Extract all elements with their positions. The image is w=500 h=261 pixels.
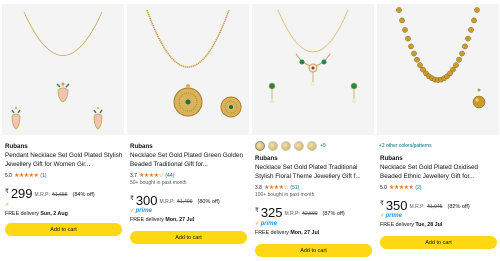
product-grid: Rubans Pendant Necklace Set Gold Plated …	[0, 0, 500, 261]
delivery-prefix: FREE delivery	[5, 211, 39, 217]
color-swatch[interactable]	[255, 141, 265, 151]
color-swatch[interactable]	[281, 141, 291, 151]
discount: (82% off)	[447, 204, 470, 210]
brand-name: Rubans	[255, 155, 278, 162]
delivery-prefix: FREE delivery	[255, 230, 289, 236]
discount: (80% off)	[197, 199, 220, 205]
color-swatch[interactable]	[294, 141, 304, 151]
other-colors-link[interactable]: +2 other colors/patterns	[379, 143, 432, 149]
brand-name: Rubans	[130, 143, 153, 150]
rating-value: 5.0	[380, 184, 387, 191]
price: 300	[135, 193, 158, 208]
rating-value: 5.0	[5, 172, 12, 179]
currency-symbol: ₹	[380, 201, 384, 207]
add-to-cart-button[interactable]: Add to cart	[5, 223, 122, 236]
discount: (87% off)	[322, 211, 345, 217]
product-title[interactable]: Necklace Set Gold Plated Oxidised Beaded…	[380, 163, 498, 181]
star-icon: ★★★★★	[388, 185, 414, 191]
mrp-value: ₹1,499	[176, 199, 193, 205]
mrp-label: M.R.P:	[409, 204, 425, 210]
brand-name: Rubans	[380, 155, 403, 162]
product-card[interactable]: Rubans Pendant Necklace Set Gold Plated …	[2, 0, 124, 261]
prime-badge: prime	[380, 213, 402, 219]
product-image[interactable]	[127, 4, 249, 135]
review-count[interactable]: (51)	[290, 185, 299, 191]
mrp-label: M.R.P:	[284, 211, 300, 217]
mrp-value: ₹1,655	[51, 192, 68, 198]
delivery-date: Tue, 28 Jul	[415, 222, 443, 228]
mrp-label: M.R.P:	[159, 199, 175, 205]
mrp-value: ₹2,500	[301, 211, 318, 217]
discount: (84% off)	[72, 192, 95, 198]
add-to-cart-button[interactable]: Add to cart	[380, 236, 497, 249]
price-row: ₹ 300 M.R.P: ₹1,499 (80% off)	[130, 194, 220, 207]
delivery-prefix: FREE delivery	[130, 217, 164, 223]
review-count[interactable]: (1)	[40, 173, 46, 179]
delivery-date: Mon, 27 Jul	[290, 230, 320, 236]
currency-symbol: ₹	[5, 189, 9, 195]
currency-symbol: ₹	[130, 196, 134, 202]
delivery-info: FREE delivery Mon, 27 Jul	[255, 230, 319, 236]
price: 299	[10, 186, 33, 201]
add-to-cart-button[interactable]: Add to cart	[255, 244, 372, 257]
price-row: ₹ 350 M.R.P: ₹1,945 (82% off)	[380, 199, 470, 212]
delivery-info: FREE delivery Sun, 2 Aug	[5, 211, 68, 217]
brand-name: Rubans	[5, 143, 28, 150]
review-count[interactable]: (44)	[165, 173, 174, 179]
rating-row[interactable]: 3.7 ★★★★☆ (44)	[130, 172, 174, 180]
mrp-label: M.R.P:	[34, 192, 50, 198]
star-icon: ★★★★☆	[138, 173, 164, 179]
delivery-date: Mon, 27 Jul	[165, 217, 195, 223]
product-title[interactable]: Pendant Necklace Set Gold Plated Stylish…	[5, 151, 123, 169]
rating-value: 3.8	[255, 184, 262, 191]
delivery-date: Sun, 2 Aug	[40, 211, 68, 217]
price-row: ₹ 325 M.R.P: ₹2,500 (87% off)	[255, 206, 345, 219]
bought-count: 50+ bought in past month	[130, 180, 187, 186]
rating-row[interactable]: 5.0 ★★★★★ (1)	[5, 172, 46, 180]
delivery-info: FREE delivery Mon, 27 Jul	[130, 217, 194, 223]
add-to-cart-button[interactable]: Add to cart	[130, 231, 247, 244]
review-count[interactable]: (2)	[415, 185, 421, 191]
rating-value: 3.7	[130, 172, 137, 179]
rating-row[interactable]: 3.8 ★★★★☆ (51)	[255, 184, 299, 192]
color-swatch[interactable]	[268, 141, 278, 151]
prime-badge	[5, 202, 11, 208]
mrp-value: ₹1,945	[426, 204, 443, 210]
product-image[interactable]	[252, 4, 374, 135]
rating-row[interactable]: 5.0 ★★★★★ (2)	[380, 184, 421, 192]
prime-badge: prime	[130, 208, 152, 214]
star-icon: ★★★★☆	[263, 185, 289, 191]
bought-count: 100+ bought in past month	[255, 192, 315, 198]
color-swatches: +9	[255, 140, 326, 152]
product-title[interactable]: Necklace Set Gold Plated Traditional Sty…	[255, 163, 373, 181]
product-card[interactable]: +2 other colors/patterns Rubans Necklace…	[377, 0, 499, 261]
color-swatch[interactable]	[307, 141, 317, 151]
delivery-info: FREE delivery Tue, 28 Jul	[380, 222, 442, 228]
price-row: ₹ 299 M.R.P: ₹1,655 (84% off)	[5, 187, 95, 200]
product-image[interactable]	[2, 4, 124, 135]
star-icon: ★★★★★	[13, 173, 39, 179]
product-image[interactable]	[377, 4, 499, 135]
price: 350	[385, 198, 408, 213]
product-title[interactable]: Necklace Set Gold Plated Green Golden Be…	[130, 151, 248, 169]
currency-symbol: ₹	[255, 208, 259, 214]
price: 325	[260, 205, 283, 220]
delivery-prefix: FREE delivery	[380, 222, 414, 228]
prime-badge: prime	[255, 221, 277, 227]
product-card[interactable]: +9 Rubans Necklace Set Gold Plated Tradi…	[252, 0, 374, 261]
product-card[interactable]: Rubans Necklace Set Gold Plated Green Go…	[127, 0, 249, 261]
more-swatches-link[interactable]: +9	[320, 143, 326, 149]
